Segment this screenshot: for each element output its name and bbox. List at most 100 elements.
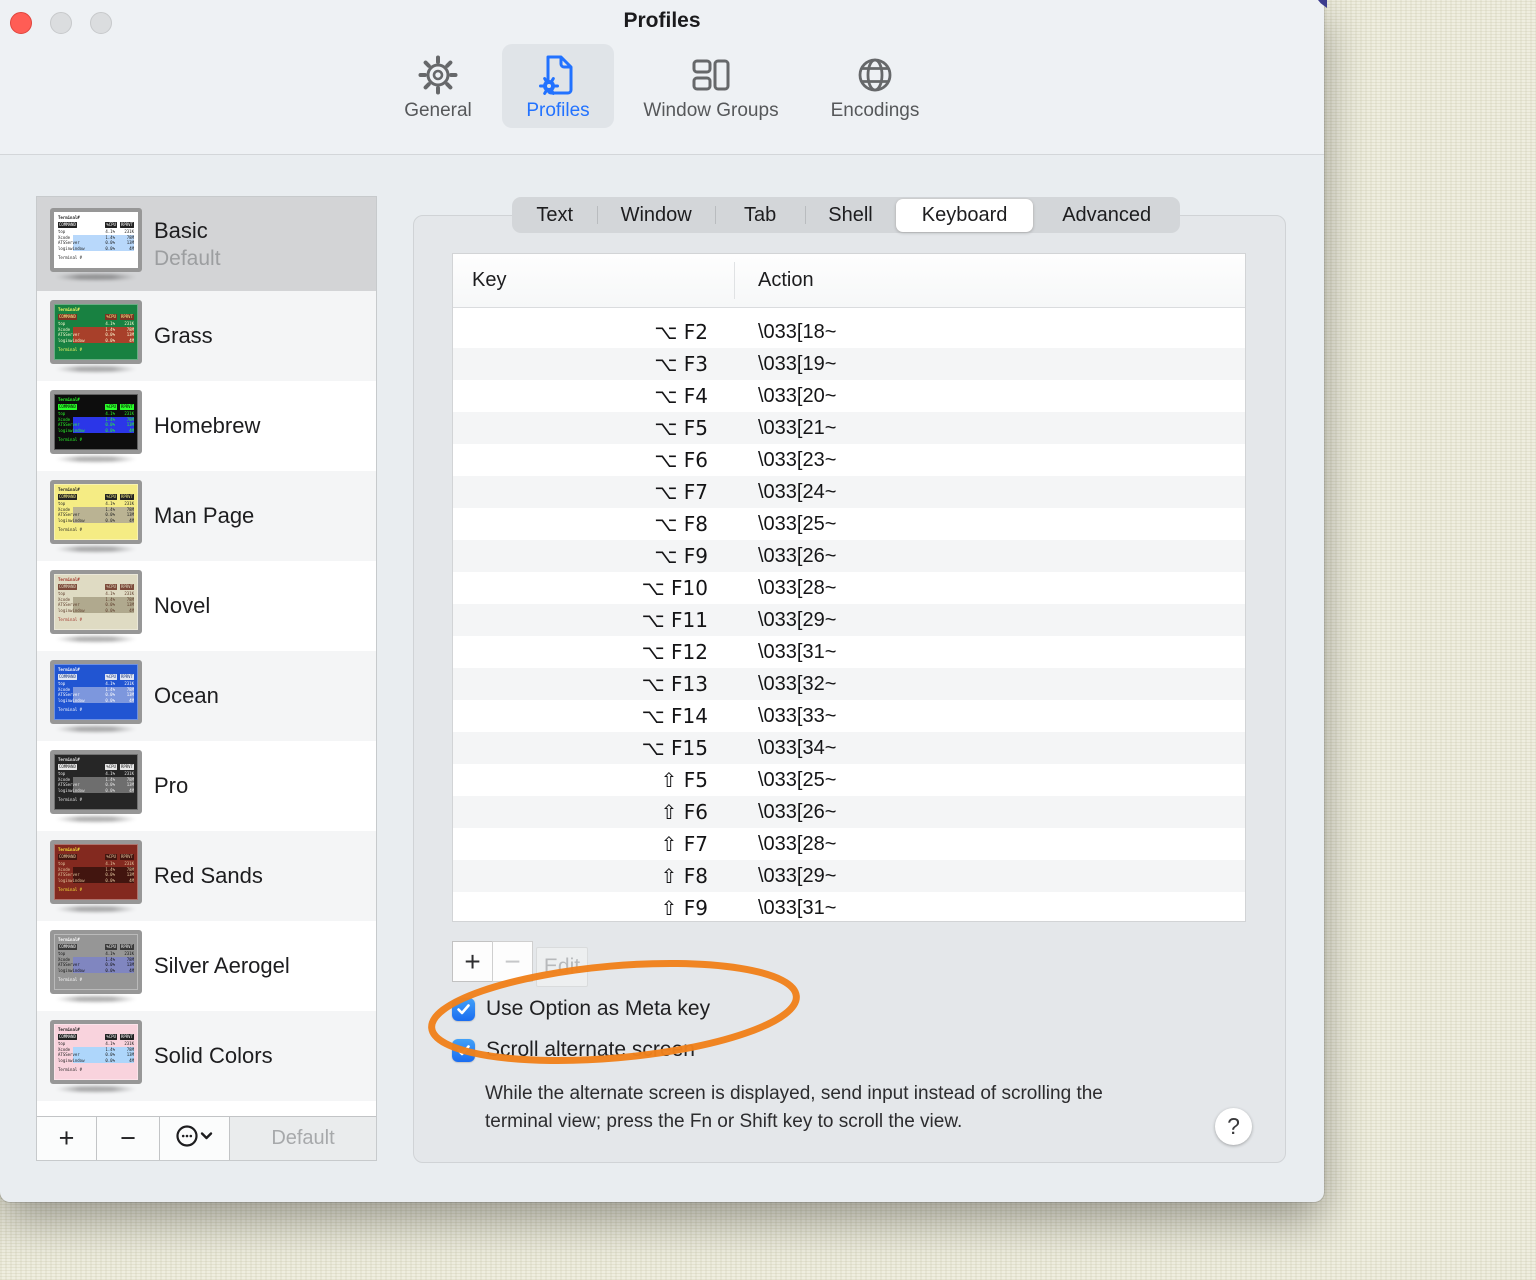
key-cell: ⌥ F4 — [654, 384, 708, 408]
ellipsis-circle-chevron-icon — [175, 1123, 215, 1154]
key-bindings-table[interactable]: Key Action ⌥ F2 \033[18~ ⌥ F3 \033[19~ ⌥ F4 \… — [452, 253, 1246, 922]
use-option-as-meta-key-checkbox[interactable] — [452, 997, 475, 1021]
profile-name: Homebrew — [154, 413, 261, 438]
key-cell: ⌥ F5 — [654, 416, 708, 440]
column-header-action: Action — [758, 269, 814, 291]
key-cell: ⌥ F3 — [654, 352, 708, 376]
action-cell: \033[23~ — [758, 448, 837, 471]
toolbar-item-encodings[interactable]: Encodings — [808, 44, 942, 128]
toolbar-item-window-groups[interactable]: Window Groups — [622, 44, 800, 128]
key-binding-row[interactable]: ⇧ F8 \033[29~ — [453, 860, 1245, 892]
key-binding-row[interactable]: ⌥ F12 \033[31~ — [453, 636, 1245, 668]
table-body: ⌥ F2 \033[18~ ⌥ F3 \033[19~ ⌥ F4 \033[20~ ⌥ F5… — [453, 308, 1245, 921]
checkmark-icon — [457, 1003, 470, 1014]
checkbox-label: Use Option as Meta key — [486, 997, 711, 1020]
tab-advanced[interactable]: Advanced — [1033, 197, 1180, 233]
key-binding-row[interactable]: ⌥ F3 \033[19~ — [453, 348, 1245, 380]
set-default-button[interactable]: Default — [230, 1117, 376, 1160]
action-cell: \033[26~ — [758, 800, 837, 823]
profile-actions-menu-button[interactable] — [160, 1117, 230, 1160]
profile-row-pro[interactable]: Terminal# COMMAND %CPU RPRVT top 4.1% 231K Xcod… — [37, 741, 376, 831]
help-button[interactable]: ? — [1215, 1108, 1252, 1145]
action-cell: \033[33~ — [758, 704, 837, 727]
tab-shell[interactable]: Shell — [805, 197, 895, 233]
profile-row-homebrew[interactable]: Terminal# COMMAND %CPU RPRVT top 4.1% 231K Xcod… — [37, 381, 376, 471]
use-option-as-meta-key-row: Use Option as Meta key — [452, 997, 710, 1021]
key-binding-row[interactable]: ⇧ F6 \033[26~ — [453, 796, 1245, 828]
profile-thumbnail: Terminal# COMMAND %CPU RPRVT top 4.1% 231K Xcod… — [50, 570, 142, 642]
scroll-alternate-screen-checkbox[interactable] — [452, 1038, 475, 1062]
action-cell: \033[28~ — [758, 832, 837, 855]
add-binding-button[interactable]: + — [452, 941, 493, 982]
profile-thumbnail: Terminal# COMMAND %CPU RPRVT top 4.1% 231K Xcod… — [50, 750, 142, 822]
profile-row-grass[interactable]: Terminal# COMMAND %CPU RPRVT top 4.1% 231K Xcod… — [37, 291, 376, 381]
key-binding-row[interactable]: ⌥ F13 \033[32~ — [453, 668, 1245, 700]
key-cell: ⌥ F6 — [654, 448, 708, 472]
key-cell: ⌥ F14 — [641, 704, 708, 728]
profile-name: Basic — [154, 217, 208, 243]
key-binding-row[interactable]: ⌥ F9 \033[26~ — [453, 540, 1245, 572]
preferences-toolbar: General Profiles Window Groups Encodings — [0, 44, 1324, 128]
profile-row-basic[interactable]: Terminal# COMMAND %CPU RPRVT top 4.1% 231K Xcod… — [37, 197, 376, 291]
profile-thumbnail: Terminal# COMMAND %CPU RPRVT top 4.1% 231K Xcod… — [50, 1020, 142, 1092]
tab-tab[interactable]: Tab — [714, 197, 805, 233]
edit-binding-button[interactable]: Edit — [536, 947, 588, 987]
toolbar-item-general[interactable]: General — [382, 44, 494, 128]
key-cell: ⌥ F2 — [654, 320, 708, 344]
key-cell: ⌥ F8 — [654, 512, 708, 536]
key-binding-row[interactable]: ⌥ F7 \033[24~ — [453, 476, 1245, 508]
add-profile-button[interactable]: + — [37, 1117, 97, 1160]
profile-thumbnail: Terminal# COMMAND %CPU RPRVT top 4.1% 231K Xcod… — [50, 930, 142, 1002]
profile-thumbnail: Terminal# COMMAND %CPU RPRVT top 4.1% 231K Xcod… — [50, 660, 142, 732]
key-binding-row[interactable]: ⇧ F9 \033[31~ — [453, 892, 1245, 921]
key-binding-row[interactable]: ⌥ F6 \033[23~ — [453, 444, 1245, 476]
table-header: Key Action — [453, 254, 1245, 308]
key-binding-row[interactable]: ⌥ F11 \033[29~ — [453, 604, 1245, 636]
key-binding-row[interactable]: ⇧ F5 \033[25~ — [453, 764, 1245, 796]
action-cell: \033[25~ — [758, 512, 837, 535]
remove-profile-button[interactable]: − — [97, 1117, 160, 1160]
profile-row-red-sands[interactable]: Terminal# COMMAND %CPU RPRVT top 4.1% 231K Xcod… — [37, 831, 376, 921]
key-binding-row[interactable]: ⇧ F7 \033[28~ — [453, 828, 1245, 860]
profile-row-solid-colors[interactable]: Terminal# COMMAND %CPU RPRVT top 4.1% 231K Xcod… — [37, 1011, 376, 1101]
window-title: Profiles — [623, 9, 701, 32]
remove-binding-button[interactable]: − — [492, 941, 533, 982]
action-cell: \033[26~ — [758, 544, 837, 567]
profile-row-ocean[interactable]: Terminal# COMMAND %CPU RPRVT top 4.1% 231K Xcod… — [37, 651, 376, 741]
key-binding-row[interactable]: ⌥ F2 \033[18~ — [453, 316, 1245, 348]
key-binding-row[interactable]: ⌥ F8 \033[25~ — [453, 508, 1245, 540]
checkmark-icon — [457, 1044, 470, 1055]
action-cell: \033[31~ — [758, 896, 837, 919]
key-cell: ⌥ F11 — [641, 608, 708, 632]
profile-name: Novel — [154, 593, 211, 618]
toolbar-item-profiles[interactable]: Profiles — [502, 44, 614, 128]
titlebar: Profiles General Profiles Window Groups … — [0, 0, 1324, 155]
profile-row-novel[interactable]: Terminal# COMMAND %CPU RPRVT top 4.1% 231K Xcod… — [37, 561, 376, 651]
action-cell: \033[29~ — [758, 608, 837, 631]
key-cell: ⇧ F5 — [660, 768, 708, 792]
key-binding-row[interactable]: ⌥ F4 \033[20~ — [453, 380, 1245, 412]
toolbar-item-label: Window Groups — [643, 100, 779, 121]
key-cell: ⌥ F12 — [641, 640, 708, 664]
profile-thumbnail: Terminal# COMMAND %CPU RPRVT top 4.1% 231K Xcod… — [50, 840, 142, 912]
action-cell: \033[34~ — [758, 736, 837, 759]
action-cell: \033[28~ — [758, 576, 837, 599]
key-cell: ⇧ F9 — [660, 896, 708, 920]
key-binding-row[interactable]: ⌥ F15 \033[34~ — [453, 732, 1245, 764]
key-binding-row[interactable]: ⌥ F14 \033[33~ — [453, 700, 1245, 732]
key-cell: ⌥ F15 — [641, 736, 708, 760]
tab-text[interactable]: Text — [512, 197, 597, 233]
profile-name: Red Sands — [154, 863, 263, 888]
globe-icon — [852, 51, 898, 99]
tab-window[interactable]: Window — [597, 197, 715, 233]
terminal-preferences-window: Profiles General Profiles Window Groups … — [0, 0, 1327, 1202]
profile-thumbnail: Terminal# COMMAND %CPU RPRVT top 4.1% 231K Xcod… — [50, 208, 142, 280]
profile-name: Ocean — [154, 683, 219, 708]
tab-keyboard[interactable]: Keyboard — [895, 198, 1034, 232]
profile-row-silver-aerogel[interactable]: Terminal# COMMAND %CPU RPRVT top 4.1% 231K Xcod… — [37, 921, 376, 1011]
profile-name: Silver Aerogel — [154, 953, 290, 978]
key-binding-row[interactable]: ⌥ F10 \033[28~ — [453, 572, 1245, 604]
key-binding-row[interactable]: ⌥ F5 \033[21~ — [453, 412, 1245, 444]
profile-row-man-page[interactable]: Terminal# COMMAND %CPU RPRVT top 4.1% 231K Xcod… — [37, 471, 376, 561]
action-cell: \033[29~ — [758, 864, 837, 887]
